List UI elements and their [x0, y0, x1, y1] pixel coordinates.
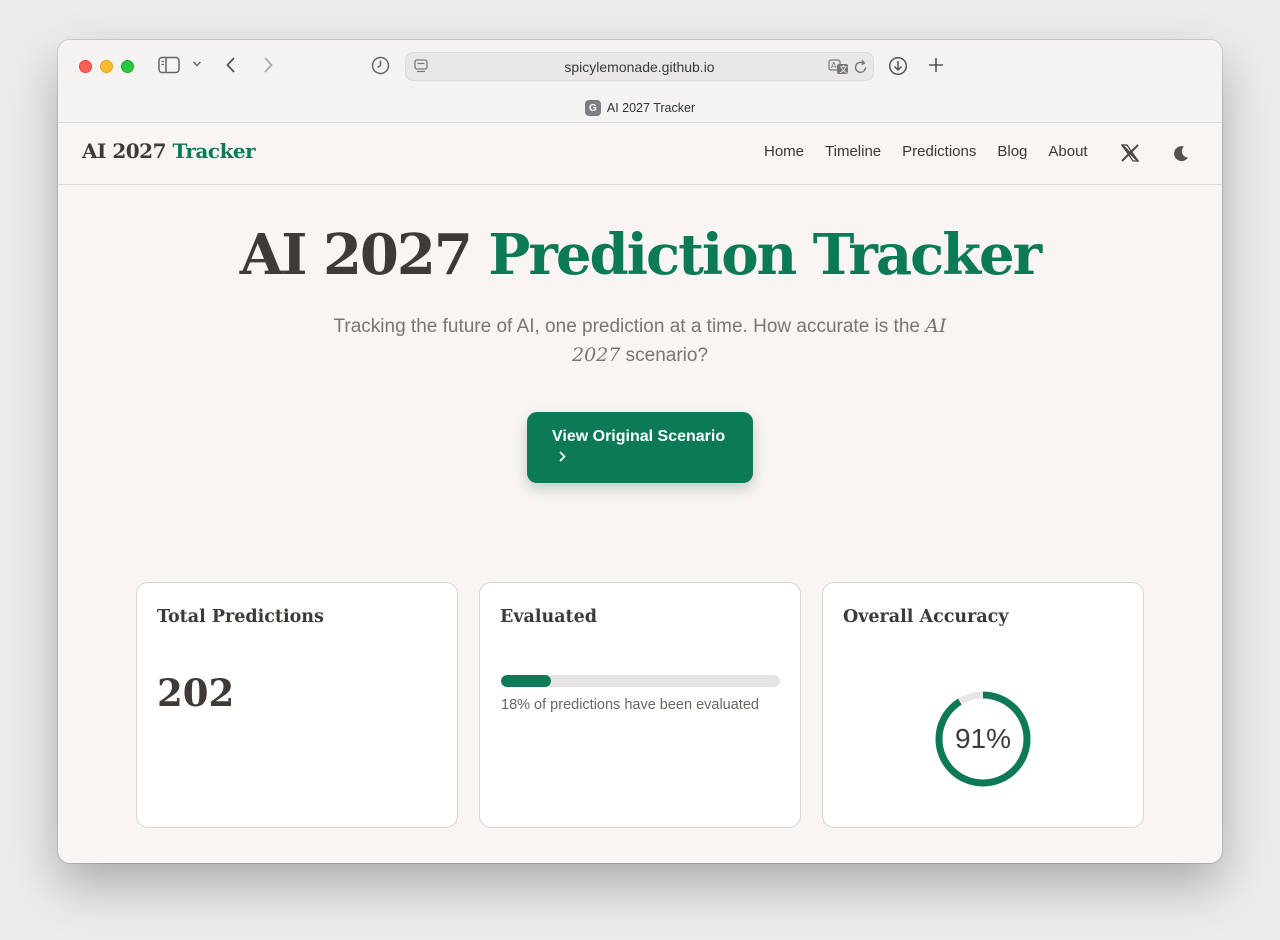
- back-icon[interactable]: [225, 56, 237, 74]
- window-controls: [79, 60, 134, 73]
- sidebar-icon[interactable]: [158, 56, 180, 74]
- maximize-window-button[interactable]: [121, 60, 134, 73]
- browser-window: spicylemonade.github.io A文 G AI 2027 Tra…: [58, 40, 1222, 863]
- evaluated-progress-bar: [501, 675, 780, 687]
- nav-link-predictions[interactable]: Predictions: [902, 143, 976, 160]
- evaluated-progress-fill: [501, 675, 552, 687]
- download-icon[interactable]: [888, 56, 908, 76]
- minimize-window-button[interactable]: [100, 60, 113, 73]
- evaluated-progress-text: 18% of predictions have been evaluated: [501, 697, 759, 713]
- nav-link-timeline[interactable]: Timeline: [825, 143, 881, 160]
- main-nav: Home Timeline Predictions Blog About: [764, 143, 1088, 160]
- accuracy-ring: 91%: [933, 689, 1033, 789]
- moon-icon[interactable]: [1171, 144, 1190, 168]
- card-title-accuracy: Overall Accuracy: [843, 607, 1009, 627]
- reload-icon[interactable]: [853, 59, 868, 75]
- cta-label: View Original Scenario: [552, 428, 726, 445]
- accuracy-value: 91%: [954, 723, 1012, 754]
- active-tab[interactable]: G AI 2027 Tracker: [58, 100, 1222, 116]
- hero-title: AI 2027 Prediction Tracker: [58, 222, 1222, 288]
- evaluated-card: Evaluated 18% of predictions have been e…: [479, 582, 801, 828]
- nav-link-blog[interactable]: Blog: [997, 143, 1027, 160]
- hero-title-main: AI 2027: [239, 222, 473, 288]
- address-bar[interactable]: spicylemonade.github.io A文: [405, 52, 874, 81]
- nav-link-home[interactable]: Home: [764, 143, 804, 160]
- url-text: spicylemonade.github.io: [564, 59, 715, 75]
- logo-main-text: AI 2027: [82, 139, 167, 163]
- site-logo[interactable]: AI 2027 Tracker: [82, 139, 256, 163]
- view-original-scenario-button[interactable]: View Original Scenario: [527, 412, 753, 483]
- x-logo-icon[interactable]: [1120, 143, 1140, 168]
- chevron-down-icon[interactable]: [192, 60, 202, 68]
- logo-accent-text: Tracker: [172, 139, 256, 163]
- site-favicon: G: [584, 100, 601, 116]
- close-window-button[interactable]: [79, 60, 92, 73]
- site-header: AI 2027 Tracker Home Timeline Prediction…: [58, 123, 1222, 185]
- translate-icon[interactable]: A文: [828, 59, 850, 75]
- tab-title: AI 2027 Tracker: [606, 101, 696, 115]
- hero-subtitle: Tracking the future of AI, one predictio…: [308, 312, 972, 370]
- chevron-right-icon: [558, 450, 753, 468]
- total-predictions-value: 202: [157, 671, 235, 715]
- browser-toolbar: spicylemonade.github.io A文 G AI 2027 Tra…: [58, 40, 1222, 123]
- svg-text:文: 文: [840, 64, 848, 74]
- forward-icon[interactable]: [262, 56, 274, 74]
- hero-subtitle-before: Tracking the future of AI, one predictio…: [333, 316, 920, 337]
- card-title-evaluated: Evaluated: [500, 607, 598, 627]
- total-predictions-card: Total Predictions 202: [136, 582, 458, 828]
- hero-subtitle-after: scenario?: [625, 345, 709, 366]
- card-title-total: Total Predictions: [157, 607, 324, 627]
- svg-text:A: A: [831, 61, 837, 70]
- new-tab-icon[interactable]: [927, 56, 945, 74]
- history-icon[interactable]: [371, 56, 390, 75]
- overall-accuracy-card: Overall Accuracy 91%: [822, 582, 1144, 828]
- hero-title-accent: Prediction Tracker: [488, 222, 1042, 288]
- nav-link-about[interactable]: About: [1048, 143, 1087, 160]
